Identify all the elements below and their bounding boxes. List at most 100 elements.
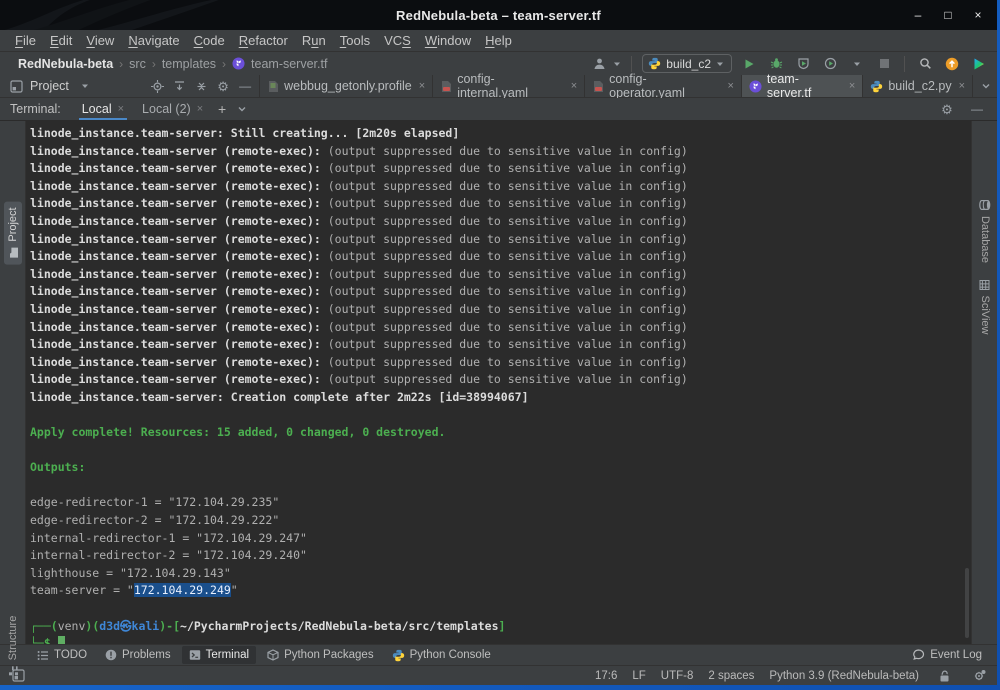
toolwindow-button-todo[interactable]: TODO: [30, 646, 94, 664]
menu-help[interactable]: Help: [478, 33, 519, 48]
toolwindow-button-terminal[interactable]: Terminal: [181, 646, 257, 664]
stripe-label: SciView: [978, 295, 991, 335]
update-icon[interactable]: [942, 54, 962, 74]
stripe-label: Project: [6, 207, 19, 242]
terminal-tabs: Local × Local (2) ×: [73, 98, 212, 120]
profile-button[interactable]: [820, 54, 840, 74]
gear-badge-icon[interactable]: [969, 666, 989, 686]
caret-down-icon[interactable]: [613, 60, 621, 68]
terminal-line: linode_instance.team-server (remote-exec…: [30, 372, 688, 387]
scroll-from-source-icon[interactable]: [169, 76, 189, 96]
close-icon[interactable]: ×: [959, 80, 965, 92]
menu-view[interactable]: View: [79, 33, 121, 48]
close-icon[interactable]: ×: [419, 80, 425, 92]
todo-icon: [37, 650, 49, 661]
editor-tab-build-c2-py[interactable]: build_c2.py ×: [863, 75, 974, 97]
coverage-button[interactable]: [793, 54, 813, 74]
search-icon: [919, 57, 932, 70]
minimize-button[interactable]: –: [911, 8, 925, 22]
stop-button[interactable]: [874, 54, 894, 74]
collapse-all-icon[interactable]: [191, 76, 211, 96]
run-configuration-selector[interactable]: build_c2: [642, 54, 732, 73]
toolwindow-button-label: Problems: [122, 649, 171, 661]
status-item[interactable]: 17:6: [595, 670, 617, 682]
caret-down-icon[interactable]: [75, 76, 95, 96]
profiler-dropdown-caret[interactable]: [847, 54, 867, 74]
tab-label: config-internal.yaml: [457, 72, 529, 100]
select-opened-file-icon[interactable]: [147, 76, 167, 96]
hide-toolwindow-button[interactable]: —: [967, 99, 987, 119]
python-icon: [648, 57, 661, 70]
terminal-scrollbar[interactable]: [965, 568, 969, 638]
lock-open-icon[interactable]: [934, 666, 954, 686]
breadcrumb-item[interactable]: src: [129, 57, 146, 71]
menu-code[interactable]: Code: [187, 33, 232, 48]
terminal-line: linode_instance.team-server (remote-exec…: [30, 213, 688, 228]
close-icon[interactable]: ×: [197, 103, 203, 115]
collapse-all-icon: [195, 80, 208, 93]
coverage-icon: [797, 57, 810, 70]
menu-tools[interactable]: Tools: [333, 33, 377, 48]
close-icon[interactable]: ×: [727, 80, 733, 92]
toolwindow-button-problems[interactable]: Problems: [98, 646, 178, 664]
menu-run[interactable]: Run: [295, 33, 333, 48]
editor-tab-team-server-tf[interactable]: team-server.tf ×: [741, 72, 864, 100]
menu-refactor[interactable]: Refactor: [232, 33, 295, 48]
run-toolbar: build_c2: [593, 54, 989, 74]
menu-vcs[interactable]: VCS: [377, 33, 418, 48]
settings-gear-icon[interactable]: ⚙: [213, 76, 233, 96]
search-icon[interactable]: [915, 54, 935, 74]
stripe-button-project[interactable]: Project: [3, 201, 22, 265]
menu-navigate[interactable]: Navigate: [121, 33, 186, 48]
learn-icon: [972, 57, 986, 71]
desktop-background: RedNebula-beta – team-server.tf – □ × File…: [0, 0, 1000, 690]
breadcrumb-item[interactable]: templates: [162, 57, 216, 71]
close-icon[interactable]: ×: [118, 103, 124, 115]
person-icon[interactable]: [593, 57, 606, 70]
menu-edit[interactable]: Edit: [43, 33, 79, 48]
stripe-button-structure[interactable]: Structure: [4, 610, 22, 683]
terminal-output[interactable]: linode_instance.team-server: Still creat…: [26, 121, 971, 644]
hide-icon[interactable]: —: [235, 76, 255, 96]
debug-button[interactable]: [766, 54, 786, 74]
editor-tab-config-operator-yaml[interactable]: config-operator.yaml ×: [585, 72, 742, 100]
menu-file[interactable]: File: [8, 33, 43, 48]
toolwindow-button-event-log[interactable]: Event Log: [905, 646, 989, 664]
run-button[interactable]: [739, 54, 759, 74]
settings-gear-icon[interactable]: ⚙: [937, 99, 957, 119]
window-title: RedNebula-beta – team-server.tf: [396, 7, 601, 23]
toolwindow-button-python-console[interactable]: Python Console: [385, 646, 498, 664]
status-item[interactable]: Python 3.9 (RedNebula-beta): [769, 670, 919, 682]
hidden-tabs-chevron[interactable]: [975, 75, 997, 97]
stripe-button-sciview[interactable]: SciView: [976, 274, 994, 341]
new-session-button[interactable]: +: [212, 99, 232, 119]
close-icon[interactable]: ×: [849, 80, 855, 92]
terminal-line: linode_instance.team-server (remote-exec…: [30, 231, 688, 246]
chevron-down-icon[interactable]: [232, 99, 252, 119]
toolwindow-button-python-packages[interactable]: Python Packages: [260, 646, 381, 664]
terminal-line: linode_instance.team-server (remote-exec…: [30, 161, 688, 176]
scroll-from-source-icon: [173, 80, 186, 93]
close-button[interactable]: ×: [971, 8, 985, 22]
status-item[interactable]: 2 spaces: [708, 670, 754, 682]
breadcrumb-item[interactable]: team-server.tf: [251, 57, 327, 71]
terminal-tab-local-2-[interactable]: Local (2) ×: [133, 98, 212, 120]
status-item[interactable]: LF: [632, 670, 645, 682]
editor-tab-webbug-getonly-profile[interactable]: webbug_getonly.profile ×: [260, 75, 434, 97]
terminal-tab-local[interactable]: Local ×: [73, 98, 133, 120]
status-item[interactable]: UTF-8: [661, 670, 694, 682]
editor-tabs: webbug_getonly.profile × config-internal.y…: [260, 72, 974, 100]
terminal-line: internal-redirector-1 = "172.104.29.247": [30, 530, 307, 545]
learn-icon[interactable]: [969, 54, 989, 74]
terraform-icon: [232, 57, 245, 70]
breadcrumb-item[interactable]: RedNebula-beta: [18, 57, 113, 71]
maximize-button[interactable]: □: [941, 8, 955, 22]
project-header-label: Project: [30, 79, 69, 93]
profile-file-icon: [267, 80, 279, 93]
menu-window[interactable]: Window: [418, 33, 478, 48]
stripe-button-database[interactable]: Database: [976, 193, 994, 269]
terminal-line: linode_instance.team-server (remote-exec…: [30, 249, 688, 264]
close-icon[interactable]: ×: [571, 80, 577, 92]
terminal-line: edge-redirector-1 = "172.104.29.235": [30, 495, 280, 510]
editor-tab-config-internal-yaml[interactable]: config-internal.yaml ×: [433, 72, 586, 100]
